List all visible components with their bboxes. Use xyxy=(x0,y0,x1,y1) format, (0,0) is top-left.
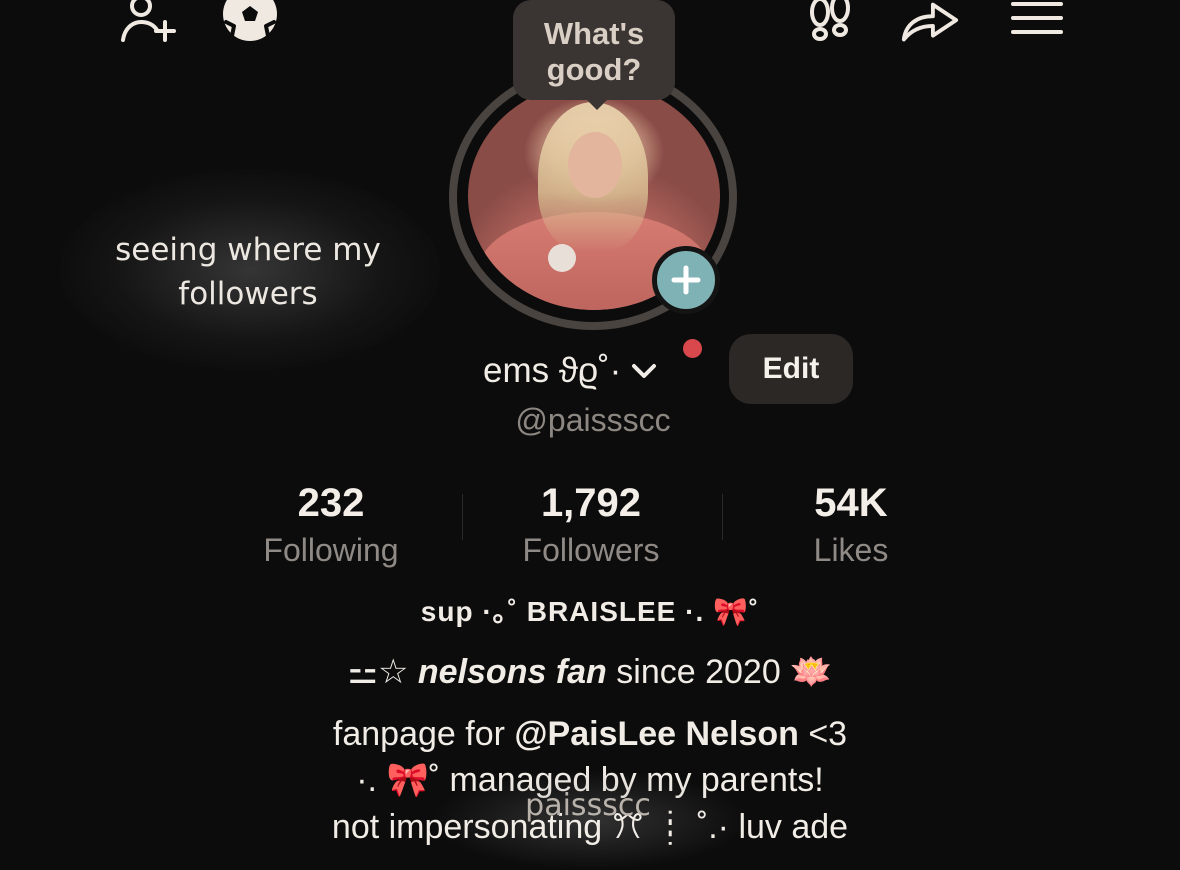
menu-icon[interactable] xyxy=(1004,0,1068,46)
stat-following[interactable]: 232 Following xyxy=(221,480,441,570)
note-line-2: followers xyxy=(178,276,318,312)
stat-divider xyxy=(722,494,723,540)
share-icon[interactable] xyxy=(898,0,962,46)
add-story-button[interactable] xyxy=(652,246,720,314)
bio-line-2-italic: nelsons fan xyxy=(417,653,607,691)
notification-dot xyxy=(683,339,702,358)
bubble-tail xyxy=(585,98,609,110)
stat-value: 54K xyxy=(814,481,888,525)
add-friend-icon[interactable] xyxy=(116,0,180,46)
stat-label: Likes xyxy=(813,532,889,568)
bubble-line-1: What's xyxy=(543,16,645,51)
watermark-text: paissscc xyxy=(525,788,651,823)
edit-profile-button[interactable]: Edit xyxy=(729,334,853,404)
stat-label: Following xyxy=(263,532,399,568)
bio-line-2-prefix: ⚍☆ xyxy=(347,653,418,691)
bio-mention-link[interactable]: @PaisLee Nelson xyxy=(514,715,798,753)
profile-name-row[interactable]: ems ϑϱ˚· xyxy=(483,346,657,396)
soccer-ball-icon[interactable] xyxy=(218,0,282,46)
profile-note[interactable]: seeing where my followers xyxy=(90,228,406,316)
plus-icon xyxy=(671,265,701,295)
bio-line-3-prefix: fanpage for xyxy=(332,715,515,753)
bio-line-3-suffix: <3 xyxy=(798,715,848,753)
stat-value: 232 xyxy=(297,481,365,525)
footprints-icon[interactable] xyxy=(798,0,862,46)
avatar-shirt-logo xyxy=(548,244,576,272)
stat-label: Followers xyxy=(522,532,660,568)
note-line-1: seeing where my xyxy=(115,232,381,268)
chevron-down-icon[interactable] xyxy=(631,361,657,381)
stat-likes[interactable]: 54K Likes xyxy=(741,480,961,570)
bio-line-2-suffix: since 2020 🪷 xyxy=(606,653,833,691)
bio-line-2: ⚍☆ nelsons fan since 2020 🪷 xyxy=(0,652,1180,692)
profile-handle: @paissscc xyxy=(515,402,671,438)
profile-name: ems ϑϱ˚· xyxy=(483,351,622,390)
bio-line-1: sup ·｡˚ BRAISLEE ·. 🎀˚ xyxy=(420,596,760,627)
avatar-face xyxy=(568,132,622,198)
status-bubble[interactable]: What's good? xyxy=(513,0,675,100)
bubble-line-2: good? xyxy=(546,52,642,87)
stat-divider xyxy=(462,494,463,540)
stat-followers[interactable]: 1,792 Followers xyxy=(481,480,701,570)
bio-line-3: fanpage for @PaisLee Nelson <3 xyxy=(0,715,1180,754)
stat-value: 1,792 xyxy=(540,481,642,525)
